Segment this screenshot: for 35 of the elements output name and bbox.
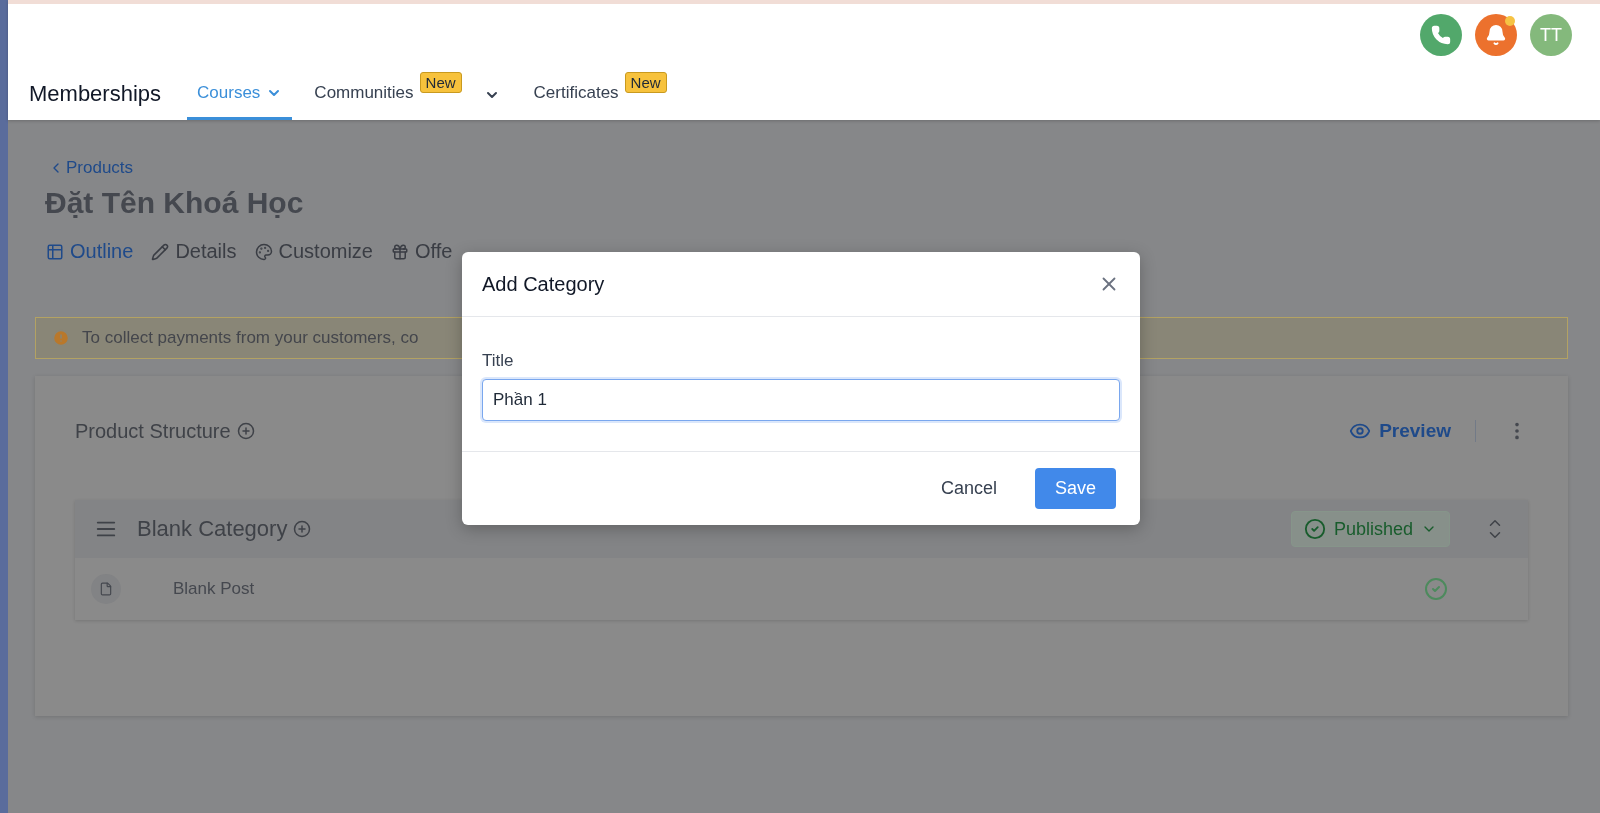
page-title: Đặt Tên Khoá Học (45, 186, 305, 220)
new-badge: New (419, 72, 462, 93)
dialog-title: Add Category (482, 272, 605, 296)
add-icon[interactable] (236, 422, 255, 440)
page-tab[interactable]: Details (151, 240, 237, 263)
palette-icon (254, 242, 273, 261)
check-circle-icon (1303, 518, 1326, 540)
preview-link[interactable]: Preview (1349, 420, 1476, 442)
back-link[interactable]: Products (48, 158, 1568, 178)
post-title: Blank Post (173, 579, 255, 599)
category-title: Blank Category (137, 516, 288, 542)
page-tab[interactable]: Outline (46, 240, 134, 263)
page-tab[interactable]: Offe (391, 240, 453, 263)
warning-icon (52, 329, 70, 347)
page-tab[interactable]: Customize (254, 240, 373, 263)
add-icon[interactable] (293, 520, 312, 538)
cancel-button[interactable]: Cancel (920, 468, 1017, 509)
phone-icon (1431, 25, 1451, 45)
save-button[interactable]: Save (1034, 468, 1116, 509)
pencil-icon (151, 242, 170, 261)
bell-icon (1485, 24, 1507, 46)
section-title: Product Structure (75, 419, 231, 443)
table-icon (46, 242, 64, 261)
post-row[interactable]: Blank Post (75, 558, 1528, 620)
app-title: Memberships (29, 80, 162, 107)
title-input[interactable]: Phần 1 (482, 379, 1120, 421)
warning-text: To collect payments from your customers, co (82, 328, 419, 348)
phone-button[interactable] (1420, 14, 1462, 56)
new-badge: New (624, 72, 667, 93)
notifications-button[interactable] (1475, 14, 1517, 56)
user-avatar[interactable]: TT (1530, 14, 1572, 56)
status-dropdown[interactable]: Published (1290, 511, 1450, 547)
gift-icon (391, 242, 409, 261)
document-icon (91, 574, 121, 604)
field-label: Title (482, 351, 514, 371)
